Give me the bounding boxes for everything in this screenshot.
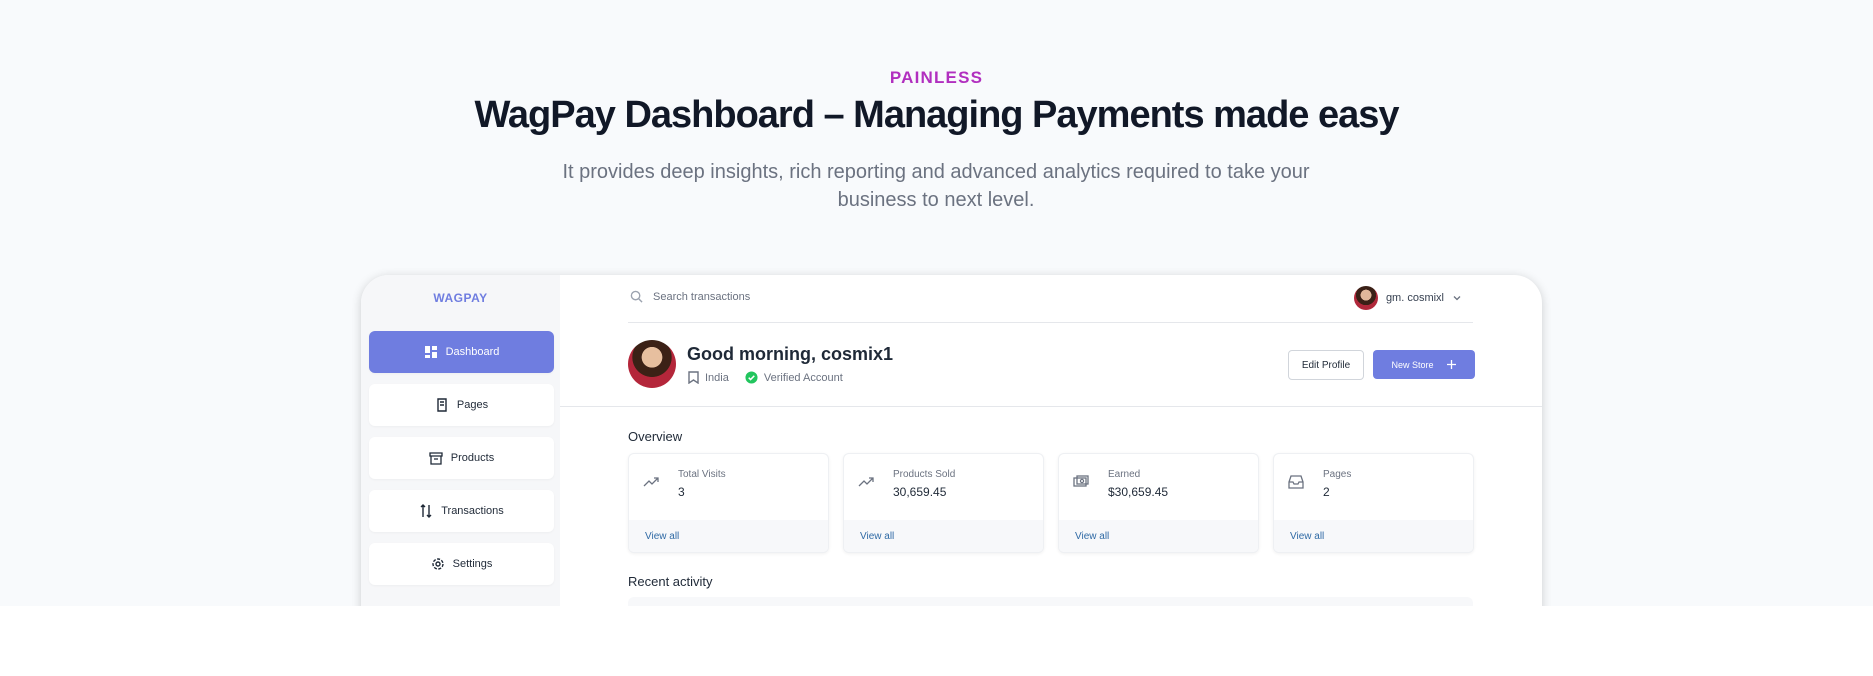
plus-icon [1446, 360, 1456, 369]
gear-icon [431, 558, 444, 570]
recent-activity-table [628, 597, 1473, 606]
sidebar: WAGPAY Dashboard Pages Products Transact… [361, 275, 560, 606]
brand-logo: WAGPAY [433, 291, 488, 305]
new-store-label: New Store [1391, 359, 1434, 370]
stat-card-products-sold: Products Sold 30,659.45 View all [843, 453, 1044, 553]
edit-profile-button[interactable]: Edit Profile [1288, 350, 1364, 380]
profile-avatar [628, 340, 676, 388]
user-menu[interactable]: gm. cosmixl [1353, 286, 1462, 310]
chevron-down-icon [1453, 296, 1461, 301]
avatar [1353, 286, 1378, 310]
view-all-link[interactable]: View all [629, 520, 828, 552]
section-divider [560, 406, 1542, 407]
new-store-button[interactable]: New Store [1373, 350, 1475, 379]
sidebar-item-label: Settings [452, 558, 493, 570]
sidebar-item-transactions[interactable]: Transactions [369, 490, 554, 532]
sidebar-item-label: Products [450, 452, 495, 464]
check-circle-icon [745, 371, 758, 384]
sidebar-item-settings[interactable]: Settings [369, 543, 554, 585]
main-panel: Search transactions gm. cosmixl Good mor… [560, 275, 1542, 606]
cash-icon [1073, 475, 1089, 487]
transactions-icon [420, 504, 432, 518]
stat-value: 2 [1323, 485, 1330, 499]
page-title: WagPay Dashboard – Managing Payments mad… [474, 94, 1399, 136]
header-divider [628, 322, 1473, 323]
stat-label: Earned [1108, 469, 1141, 480]
sidebar-item-products[interactable]: Products [369, 437, 554, 479]
profile-meta: India Verified Account [688, 371, 843, 384]
stat-value: 30,659.45 [893, 485, 947, 499]
hero-section: PAINLESS WagPay Dashboard – Managing Pay… [0, 0, 1873, 606]
stat-card-total-visits: Total Visits 3 View all [628, 453, 829, 553]
stat-value: 3 [678, 485, 685, 499]
bookmark-icon [688, 371, 699, 384]
search-placeholder: Search transactions [653, 290, 751, 303]
search-icon [630, 290, 643, 303]
verified-text: Verified Account [763, 371, 843, 384]
stat-card-earned: Earned $30,659.45 View all [1058, 453, 1259, 553]
hero-subtitle: It provides deep insights, rich reportin… [562, 161, 1310, 211]
sidebar-item-label: Dashboard [445, 346, 500, 358]
sidebar-item-label: Transactions [441, 505, 504, 517]
view-all-link[interactable]: View all [844, 520, 1043, 552]
overview-heading: Overview [628, 429, 683, 444]
dashboard-preview: WAGPAY Dashboard Pages Products Transact… [361, 275, 1542, 606]
stat-label: Total Visits [678, 469, 726, 480]
sidebar-item-label: Pages [456, 399, 489, 411]
pages-icon [437, 398, 447, 412]
view-all-link[interactable]: View all [1059, 520, 1258, 552]
recent-activity-heading: Recent activity [628, 574, 713, 589]
sidebar-item-pages[interactable]: Pages [369, 384, 554, 426]
location-text: India [705, 371, 729, 384]
eyebrow-label: PAINLESS [889, 68, 984, 87]
sidebar-item-dashboard[interactable]: Dashboard [369, 331, 554, 373]
view-all-link[interactable]: View all [1274, 520, 1473, 552]
stat-value: $30,659.45 [1108, 485, 1169, 499]
archive-icon [429, 452, 443, 465]
inbox-icon [1288, 475, 1304, 489]
stat-label: Pages [1323, 469, 1352, 480]
dashboard-icon [424, 346, 437, 358]
stat-label: Products Sold [893, 469, 956, 480]
trend-up-icon [643, 477, 659, 487]
trend-up-icon [858, 477, 874, 487]
stat-card-pages: Pages 2 View all [1273, 453, 1474, 553]
greeting-text: Good morning, cosmix1 [687, 344, 894, 364]
username: gm. cosmixl [1385, 292, 1444, 304]
search-input[interactable]: Search transactions [630, 290, 750, 303]
